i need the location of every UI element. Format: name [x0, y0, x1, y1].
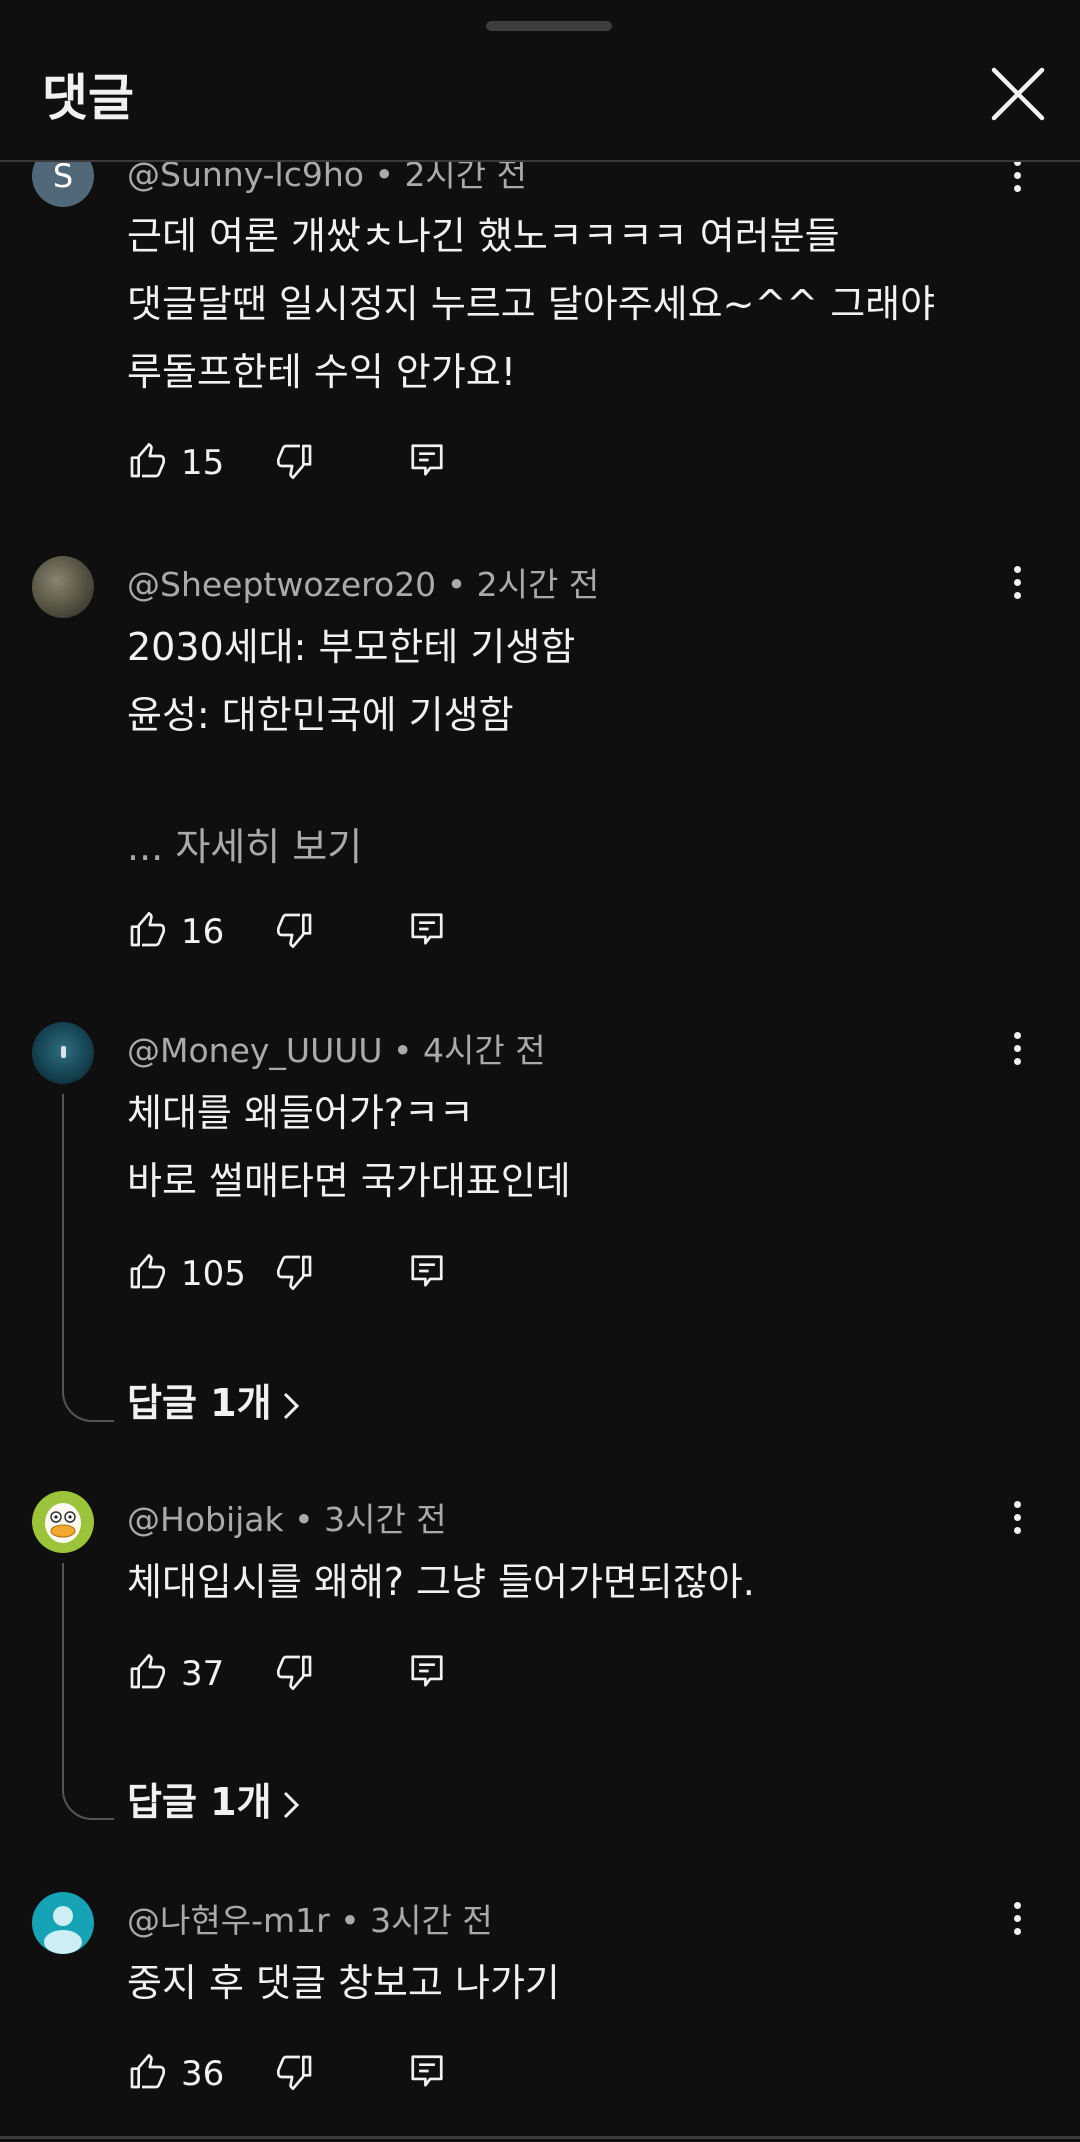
comments-header: 댓글 [0, 0, 1080, 162]
avatar[interactable] [32, 1491, 94, 1553]
reply-icon[interactable] [408, 441, 446, 479]
comment-list[interactable]: S @Sunny-lc9ho • 2시간 전 근데 여론 개쌌ㅊ나긴 했노ㅋㅋㅋ… [0, 0, 1080, 2142]
reply-icon[interactable] [408, 1252, 446, 1290]
comment-text-line: 중지 후 댓글 창보고 나가기 [127, 1961, 560, 2005]
bottom-divider [0, 2136, 1080, 2139]
meta-separator: • [393, 1031, 413, 1070]
thumb-up-icon[interactable] [127, 441, 167, 481]
more-options-button[interactable] [1000, 1896, 1034, 1950]
thumb-down-icon[interactable] [275, 441, 315, 481]
comment-text-line: 근데 여론 개쌌ㅊ나긴 했노ㅋㅋㅋㅋ 여러분들 [127, 214, 840, 258]
meta-separator: • [294, 1500, 314, 1539]
comment-text-line: 바로 썰매타면 국가대표인데 [127, 1159, 571, 1203]
meta-separator: • [446, 565, 467, 604]
meta-separator: • [340, 1901, 360, 1940]
avatar[interactable] [32, 1022, 94, 1084]
comment-text-line: 루돌프한테 수익 안가요! [127, 350, 516, 394]
close-icon[interactable] [988, 64, 1048, 124]
thumb-down-icon[interactable] [275, 910, 315, 950]
comment-meta: @Sheeptwozero20 • 2시간 전 [127, 558, 599, 606]
comment-text-line: 윤성: 대한민국에 기생함 [127, 693, 514, 737]
comment-time: 3시간 전 [370, 1901, 493, 1940]
like-count: 105 [181, 1254, 246, 1294]
more-vert-icon [1013, 1032, 1021, 1039]
comment-time: 2시간 전 [476, 565, 600, 604]
more-options-button[interactable] [1000, 1495, 1034, 1549]
thumb-up-icon[interactable] [127, 910, 167, 950]
comment-actions: 36 [127, 2048, 467, 2098]
like-count: 15 [181, 443, 225, 483]
comment-meta: @Money_UUUU • 4시간 전 [127, 1024, 546, 1072]
comment-actions: 15 [127, 437, 467, 487]
comment-author[interactable]: @Sheeptwozero20 [127, 565, 436, 604]
thread-connector [62, 1094, 114, 1422]
comment-text-line: 댓글달땐 일시정지 누르고 달아주세요~^^ 그래야 [127, 282, 936, 326]
reply-icon[interactable] [408, 1652, 446, 1690]
like-count: 16 [181, 912, 225, 952]
thumb-down-icon[interactable] [275, 2052, 315, 2092]
avatar[interactable] [32, 556, 94, 618]
comment-author[interactable]: @Money_UUUU [127, 1031, 383, 1070]
thumb-up-icon[interactable] [127, 1652, 167, 1692]
comment-text-line: 체대를 왜들어가?ㅋㅋ [127, 1091, 474, 1135]
replies-count-label: 답글 1개 [127, 1780, 272, 1824]
more-options-button[interactable] [1000, 560, 1034, 614]
more-vert-icon [1013, 566, 1021, 573]
default-avatar-icon [44, 1906, 82, 1954]
comment-author[interactable]: @Hobijak [127, 1500, 284, 1539]
avatar-mark [61, 1046, 66, 1058]
reply-icon[interactable] [408, 910, 446, 948]
thumb-down-icon[interactable] [275, 1652, 315, 1692]
comment-time: 3시간 전 [324, 1500, 447, 1539]
duck-character-icon [45, 1503, 81, 1543]
avatar[interactable] [32, 1892, 94, 1954]
panel-title: 댓글 [42, 69, 134, 127]
comment-actions: 105 [127, 1248, 467, 1298]
thumb-up-icon[interactable] [127, 1252, 167, 1292]
drag-handle[interactable] [486, 21, 612, 31]
comment-text-line: 체대입시를 왜해? 그냥 들어가면되잖아. [127, 1560, 755, 1604]
chevron-right-icon [283, 1392, 299, 1419]
reply-icon[interactable] [408, 2052, 446, 2090]
like-count: 37 [181, 1654, 225, 1694]
more-vert-icon [1013, 1902, 1021, 1909]
comment-meta: @Hobijak • 3시간 전 [127, 1493, 447, 1541]
thumb-down-icon[interactable] [275, 1252, 315, 1292]
comment-time: 4시간 전 [423, 1031, 546, 1070]
comment-text-line: 2030세대: 부모한테 기생함 [127, 625, 576, 669]
replies-count-label: 답글 1개 [127, 1381, 272, 1425]
thread-connector [62, 1563, 114, 1820]
comment-actions: 37 [127, 1648, 467, 1698]
comment-author[interactable]: @나현우-m1r [127, 1901, 330, 1940]
like-count: 36 [181, 2054, 225, 2094]
chevron-right-icon [283, 1791, 299, 1818]
comment-actions: 16 [127, 906, 467, 956]
more-vert-icon [1013, 1501, 1021, 1508]
view-replies-button[interactable]: 답글 1개 [127, 1771, 300, 1826]
more-options-button[interactable] [1000, 1026, 1034, 1080]
view-replies-button[interactable]: 답글 1개 [127, 1372, 300, 1427]
read-more-link[interactable]: ... 자세히 보기 [127, 816, 362, 871]
comment-meta: @나현우-m1r • 3시간 전 [127, 1894, 493, 1942]
thumb-up-icon[interactable] [127, 2052, 167, 2092]
